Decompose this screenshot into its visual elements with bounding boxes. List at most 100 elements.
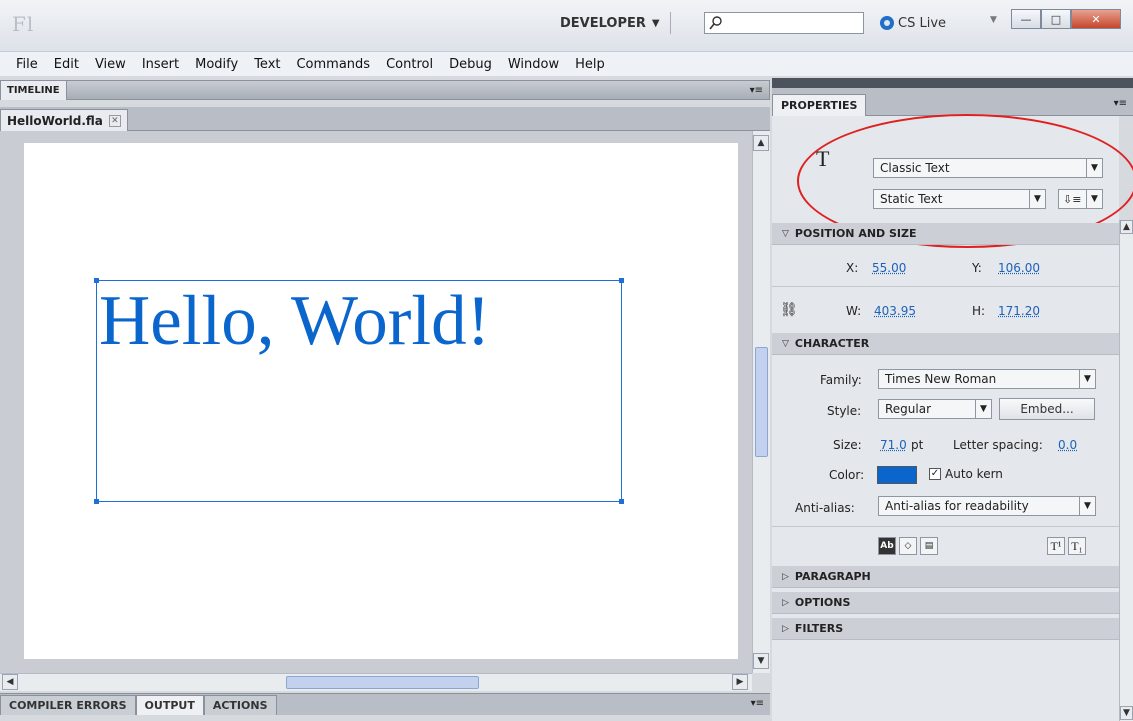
cs-live-dropdown-icon[interactable]: ▼ xyxy=(990,15,997,25)
menu-insert[interactable]: Insert xyxy=(134,57,187,72)
menu-edit[interactable]: Edit xyxy=(46,57,87,72)
menu-file[interactable]: File xyxy=(8,57,46,72)
tab-timeline[interactable]: TIMELINE xyxy=(1,80,67,100)
chevron-down-icon: ▼ xyxy=(1079,497,1095,515)
size-label: Size: xyxy=(833,438,862,452)
section-title: POSITION AND SIZE xyxy=(794,227,917,240)
scroll-down-icon[interactable]: ▼ xyxy=(753,653,769,669)
section-paragraph[interactable]: ▷ PARAGRAPH xyxy=(772,566,1119,588)
panel-menu-icon[interactable]: ▾≡ xyxy=(751,698,764,709)
scroll-thumb[interactable] xyxy=(286,676,479,689)
maximize-button[interactable]: □ xyxy=(1041,9,1071,29)
subscript-icon[interactable]: T₁ xyxy=(1068,537,1086,555)
menu-view[interactable]: View xyxy=(87,57,134,72)
section-title: OPTIONS xyxy=(794,596,851,609)
workspace-label: DEVELOPER xyxy=(560,15,646,31)
search-input[interactable] xyxy=(704,12,864,34)
scroll-left-icon[interactable]: ◀ xyxy=(2,674,18,690)
w-value[interactable]: 403.95 xyxy=(874,304,916,318)
scroll-up-icon[interactable]: ▲ xyxy=(753,135,769,151)
tab-actions[interactable]: ACTIONS xyxy=(203,695,277,715)
menu-control[interactable]: Control xyxy=(378,57,441,72)
expanded-triangle-icon: ▽ xyxy=(782,228,789,239)
panel-menu-icon[interactable]: ▾≡ xyxy=(1114,98,1127,109)
menu-window[interactable]: Window xyxy=(500,57,567,72)
collapsed-triangle-icon: ▷ xyxy=(782,623,789,634)
stage-vertical-scrollbar[interactable]: ▲ ▼ xyxy=(752,131,770,673)
properties-scrollbar[interactable]: ▲ ▼ xyxy=(1119,220,1133,721)
tab-properties[interactable]: PROPERTIES xyxy=(772,94,867,116)
section-options[interactable]: ▷ OPTIONS xyxy=(772,592,1119,614)
show-border-icon[interactable]: ▤ xyxy=(920,537,938,555)
document-tab-bar: HelloWorld.fla ✕ xyxy=(0,107,770,131)
scroll-down-icon[interactable]: ▼ xyxy=(1120,706,1133,720)
tab-output[interactable]: OUTPUT xyxy=(135,695,204,715)
close-button[interactable]: ✕ xyxy=(1071,9,1121,29)
size-unit: pt xyxy=(911,438,924,452)
workspace-switcher[interactable]: DEVELOPER ▼ xyxy=(560,12,671,34)
section-title: PARAGRAPH xyxy=(794,570,871,583)
section-position-and-size[interactable]: ▽ POSITION AND SIZE xyxy=(772,223,1119,245)
menu-bar: File Edit View Insert Modify Text Comman… xyxy=(0,52,1133,76)
scroll-thumb[interactable] xyxy=(755,347,768,457)
window-controls: — □ ✕ xyxy=(1011,9,1121,29)
h-value[interactable]: 171.20 xyxy=(998,304,1040,318)
auto-kern-checkbox[interactable]: ✓ xyxy=(929,468,941,480)
close-tab-icon[interactable]: ✕ xyxy=(108,114,121,127)
letter-spacing-value[interactable]: 0.0 xyxy=(1058,438,1077,452)
antialias-select[interactable]: Anti-alias for readability ▼ xyxy=(878,496,1096,516)
antialias-value: Anti-alias for readability xyxy=(885,499,1029,513)
font-family-select[interactable]: Times New Roman ▼ xyxy=(878,369,1096,389)
resize-handle[interactable] xyxy=(619,278,624,283)
panel-menu-icon[interactable]: ▾≡ xyxy=(750,85,763,96)
properties-header: PROPERTIES ▾≡ xyxy=(772,88,1133,116)
stage-horizontal-scrollbar[interactable]: ◀ ▶ xyxy=(0,673,752,691)
link-icon[interactable]: ⛓ xyxy=(780,302,798,318)
embed-button[interactable]: Embed... xyxy=(999,398,1095,420)
font-style-select[interactable]: Regular ▼ xyxy=(878,399,992,419)
y-value[interactable]: 106.00 xyxy=(998,261,1040,275)
h-label: H: xyxy=(972,304,986,318)
section-character[interactable]: ▽ CHARACTER xyxy=(772,333,1119,355)
letter-spacing-label: Letter spacing: xyxy=(953,438,1043,452)
section-title: FILTERS xyxy=(794,622,844,635)
stage-area: Hello, World! xyxy=(0,131,752,673)
resize-handle[interactable] xyxy=(619,499,624,504)
resize-handle[interactable] xyxy=(94,278,99,283)
stage-canvas[interactable]: Hello, World! xyxy=(24,143,738,659)
family-label: Family: xyxy=(820,373,862,387)
scroll-up-icon[interactable]: ▲ xyxy=(1120,220,1133,234)
menu-help[interactable]: Help xyxy=(567,57,613,72)
hello-world-text[interactable]: Hello, World! xyxy=(99,281,490,362)
selectable-text-icon[interactable]: Ab xyxy=(878,537,896,555)
text-field-selection[interactable]: Hello, World! xyxy=(94,278,624,504)
render-html-icon[interactable]: ◇ xyxy=(899,537,917,555)
superscript-icon[interactable]: T¹ xyxy=(1047,537,1065,555)
divider xyxy=(772,526,1119,527)
collapsed-triangle-icon: ▷ xyxy=(782,597,789,608)
minimize-button[interactable]: — xyxy=(1011,9,1041,29)
tab-helloworld-fla[interactable]: HelloWorld.fla ✕ xyxy=(0,109,128,131)
chevron-down-icon: ▼ xyxy=(975,400,991,418)
cs-live-label: CS Live xyxy=(898,15,947,31)
y-label: Y: xyxy=(972,261,982,275)
font-family-value: Times New Roman xyxy=(885,372,997,386)
cs-live-button[interactable]: CS Live xyxy=(880,12,946,34)
document-tab-label: HelloWorld.fla xyxy=(7,113,103,128)
section-filters[interactable]: ▷ FILTERS xyxy=(772,618,1119,640)
menu-text[interactable]: Text xyxy=(246,57,288,72)
chevron-down-icon: ▼ xyxy=(1079,370,1095,388)
scroll-right-icon[interactable]: ▶ xyxy=(732,674,748,690)
text-color-swatch[interactable] xyxy=(877,466,917,484)
auto-kern-label: Auto kern xyxy=(945,467,1003,481)
resize-handle[interactable] xyxy=(94,499,99,504)
menu-commands[interactable]: Commands xyxy=(288,57,378,72)
x-value[interactable]: 55.00 xyxy=(872,261,906,275)
tab-compiler-errors[interactable]: COMPILER ERRORS xyxy=(0,695,136,715)
menu-debug[interactable]: Debug xyxy=(441,57,500,72)
size-value[interactable]: 71.0 xyxy=(880,438,907,452)
panel-collapse-bar[interactable] xyxy=(772,78,1133,88)
search-icon xyxy=(709,16,722,30)
menu-modify[interactable]: Modify xyxy=(187,57,246,72)
title-bar: Fl DEVELOPER ▼ CS Live ▼ — □ ✕ xyxy=(0,0,1133,52)
